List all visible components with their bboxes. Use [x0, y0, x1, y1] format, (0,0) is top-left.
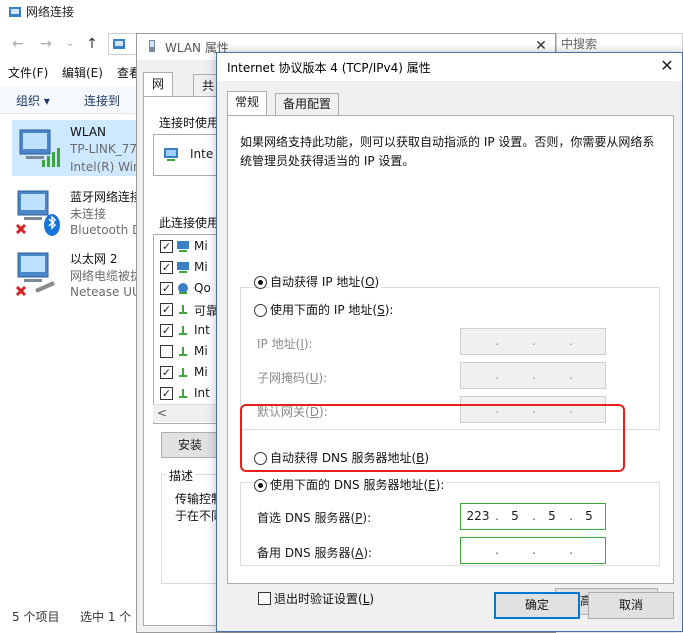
wlan-name: WLAN: [70, 125, 107, 139]
alternate-dns-octet-3[interactable]: [537, 538, 567, 563]
component-label: Mi: [194, 365, 208, 379]
tcpipv4-properties-dialog: Internet 协议版本 4 (TCP/IPv4) 属性 ✕ 常规 备用配置 …: [216, 52, 683, 632]
cancel-button[interactable]: 取消: [588, 592, 674, 619]
protocol-icon: [179, 368, 187, 377]
wlan-ssid: TP-LINK_77: [70, 142, 137, 156]
adapter-box: Inte: [153, 134, 219, 176]
components-hscroll[interactable]: <: [153, 404, 219, 422]
bluetooth-status: 未连接: [70, 207, 107, 221]
component-label: Int: [194, 386, 210, 400]
component-checkbox[interactable]: [160, 345, 173, 358]
list-item-bluetooth[interactable]: 蓝牙网络连接 未连接 Bluetooth D: [12, 183, 143, 239]
alternate-dns-octet-2[interactable]: [500, 538, 530, 563]
protocol-icon: [179, 305, 187, 314]
component-checkbox[interactable]: ✓: [160, 366, 173, 379]
validate-label[interactable]: 退出时验证设置(L): [274, 590, 374, 607]
component-label: Int: [194, 323, 210, 337]
forward-icon[interactable]: →: [38, 36, 54, 52]
ip-address-label: IP 地址(I):: [257, 337, 313, 351]
components-list[interactable]: ✓ Mi ✓ Mi ✓ Qo ✓ 可靠 ✓ Int Mi ✓ Mi ✓ Int: [153, 234, 219, 424]
tcp-tabs: 常规 备用配置: [227, 91, 427, 115]
ip-address-field[interactable]: ...: [460, 328, 606, 355]
address-bar[interactable]: [108, 33, 138, 55]
manual-dns-radio[interactable]: [254, 479, 267, 492]
preferred-dns-field[interactable]: 223 . 5 . 5 . 5: [460, 503, 606, 530]
protocol-icon: [179, 389, 187, 398]
wlan-adapter-icon: [149, 40, 155, 52]
bluetooth-adapter: Bluetooth D: [70, 223, 142, 237]
validate-checkbox[interactable]: [258, 592, 271, 605]
service-icon: [177, 262, 189, 273]
alternate-dns-label: 备用 DNS 服务器(A):: [257, 546, 373, 560]
list-item-wlan[interactable]: WLAN TP-LINK_77 Intel(R) Wir: [12, 120, 140, 176]
tab-alternate-config[interactable]: 备用配置: [275, 93, 340, 115]
protocol-icon: [179, 326, 187, 335]
component-label: Mi: [194, 344, 208, 358]
explorer-title: 网络连接: [26, 5, 75, 19]
component-label: Qo: [194, 281, 211, 295]
component-checkbox[interactable]: ✓: [160, 240, 173, 253]
alternate-dns-octet-4[interactable]: [574, 538, 604, 563]
tab-general[interactable]: 常规: [227, 91, 268, 115]
recent-dropdown-icon[interactable]: ⌄: [62, 36, 78, 52]
ethernet-name: 以太网 2: [70, 252, 118, 266]
alternate-dns-field[interactable]: . . .: [460, 537, 606, 564]
ok-button[interactable]: 确定: [494, 592, 580, 619]
component-label: Mi: [194, 260, 208, 274]
adapter-icon: [164, 148, 178, 161]
general-panel: 如果网络支持此功能，则可以获取自动指派的 IP 设置。否则，你需要从网络系统管理…: [227, 115, 674, 615]
wireless-adapter-icon: [19, 129, 60, 167]
preferred-dns-octet-2[interactable]: 5: [500, 504, 530, 529]
component-checkbox[interactable]: ✓: [160, 324, 173, 337]
intro-text: 如果网络支持此功能，则可以获取自动指派的 IP 设置。否则，你需要从网络系统管理…: [240, 135, 655, 168]
close-icon[interactable]: ✕: [657, 56, 677, 76]
tab-network[interactable]: 网络: [143, 72, 174, 113]
install-button[interactable]: 安装: [161, 432, 219, 458]
bluetooth-adapter-icon: [15, 190, 60, 236]
component-checkbox[interactable]: ✓: [160, 387, 173, 400]
back-icon[interactable]: ←: [10, 36, 26, 52]
menu-edit[interactable]: 编辑(E): [62, 64, 103, 81]
qos-icon: [178, 283, 188, 294]
subnet-mask-field[interactable]: ...: [460, 362, 606, 389]
manual-ip-label[interactable]: 使用下面的 IP 地址(S):: [270, 301, 396, 318]
list-item-ethernet[interactable]: 以太网 2 网络电缆被拔 Netease UU: [12, 245, 143, 301]
protocol-icon: [179, 347, 187, 356]
dns-highlight-annotation: [240, 404, 625, 472]
component-checkbox[interactable]: ✓: [160, 282, 173, 295]
scroll-left-icon[interactable]: <: [157, 406, 167, 420]
auto-ip-radio[interactable]: [254, 276, 267, 289]
alternate-dns-octet-1[interactable]: [463, 538, 493, 563]
menu-file[interactable]: 文件(F): [8, 64, 48, 81]
component-checkbox[interactable]: ✓: [160, 261, 173, 274]
tcp-title: Internet 协议版本 4 (TCP/IPv4) 属性: [227, 61, 431, 75]
up-icon[interactable]: ↑: [84, 36, 100, 52]
subnet-mask-label: 子网掩码(U):: [257, 371, 328, 385]
manual-dns-label[interactable]: 使用下面的 DNS 服务器地址(E):: [270, 476, 447, 493]
component-checkbox[interactable]: ✓: [160, 303, 173, 316]
manual-ip-radio[interactable]: [254, 304, 267, 317]
bluetooth-name: 蓝牙网络连接: [70, 190, 143, 204]
preferred-dns-octet-1[interactable]: 223: [463, 504, 493, 529]
network-folder-icon: [9, 7, 21, 17]
tcp-titlebar: Internet 协议版本 4 (TCP/IPv4) 属性 ✕: [217, 53, 682, 81]
description-title: 描述: [167, 467, 196, 484]
component-label: 可靠: [194, 304, 219, 318]
auto-ip-label[interactable]: 自动获得 IP 地址(O): [270, 273, 382, 290]
organize-button[interactable]: 组织 ▾: [16, 92, 50, 109]
preferred-dns-octet-3[interactable]: 5: [537, 504, 567, 529]
connect-to-button[interactable]: 连接到: [84, 92, 120, 109]
uses-items-label: 此连接使用: [159, 216, 220, 230]
adapter-name: Inte: [190, 147, 214, 161]
component-label: Mi: [194, 239, 208, 253]
preferred-dns-octet-4[interactable]: 5: [574, 504, 604, 529]
ethernet-adapter: Netease UU: [70, 285, 141, 299]
connect-using-label: 连接时使用: [159, 116, 220, 130]
preferred-dns-label: 首选 DNS 服务器(P):: [257, 511, 372, 525]
client-icon: [177, 241, 189, 252]
ethernet-adapter-icon: [15, 252, 55, 297]
address-network-icon: [113, 39, 125, 49]
ethernet-status: 网络电缆被拔: [70, 269, 143, 283]
wlan-adapter: Intel(R) Wir: [70, 160, 138, 174]
